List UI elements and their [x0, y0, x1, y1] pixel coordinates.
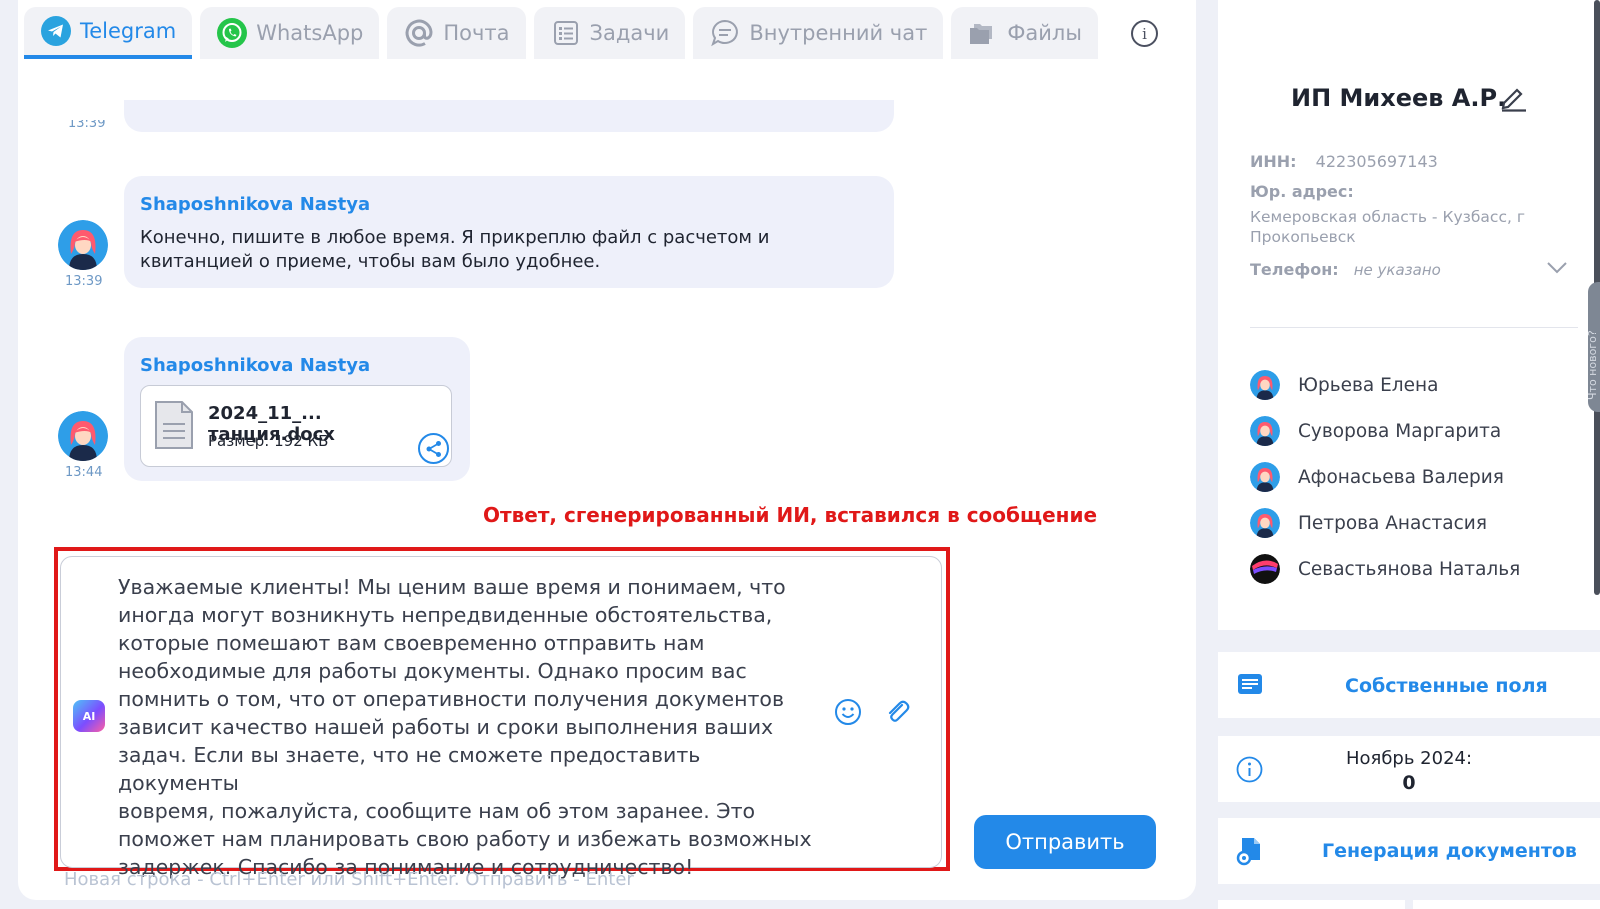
document-icon — [154, 400, 194, 454]
doc-generation-label: Генерация документов — [1322, 840, 1577, 862]
pencil-icon[interactable] — [1498, 82, 1528, 116]
tab-label: Файлы — [1007, 21, 1082, 45]
client-sidebar: ИП Михеев А.Р. ИНН: 422305697143 Юр. адр… — [1218, 0, 1600, 909]
tab-internal-chat[interactable]: Внутренний чат — [693, 7, 944, 59]
info-icon[interactable]: i — [1131, 20, 1158, 47]
avatar — [58, 411, 108, 461]
tab-telegram[interactable]: Telegram — [24, 7, 193, 59]
document-gear-icon — [1236, 836, 1264, 870]
tab-mail[interactable]: Почта — [387, 7, 526, 59]
list-icon — [1237, 673, 1263, 699]
avatar — [58, 220, 108, 270]
share-button[interactable] — [418, 433, 449, 464]
inn-row: ИНН: 422305697143 — [1250, 152, 1438, 171]
input-hint: Новая строка - Ctrl+Enter или Shift+Ente… — [64, 869, 634, 890]
phone-value: не указано — [1353, 261, 1441, 279]
emoji-icon[interactable] — [834, 698, 862, 730]
message-bubble: Shaposhnikova Nastya 2024_11_... танция.… — [124, 337, 470, 481]
employee-item[interactable]: Афонасьева Валерия — [1250, 462, 1504, 492]
address-label: Юр. адрес: — [1250, 182, 1354, 201]
month-value: 0 — [1402, 772, 1416, 794]
own-fields-card[interactable]: Собственные поля — [1218, 652, 1600, 718]
whats-new-tab[interactable]: Что нового? — [1586, 282, 1600, 412]
bottom-cards — [1218, 900, 1600, 909]
message-input-text[interactable]: Уважаемые клиенты! Мы ценим ваше время и… — [118, 573, 818, 881]
telegram-icon — [40, 15, 72, 47]
chat-bubble-icon — [709, 17, 741, 49]
employee-item[interactable]: Севастьянова Наталья — [1250, 554, 1520, 584]
month-label: Ноябрь 2024: — [1345, 748, 1473, 769]
avatar — [1250, 508, 1280, 538]
employee-item[interactable]: Суворова Маргарита — [1250, 416, 1501, 446]
tab-label: Telegram — [80, 19, 177, 43]
tab-label: Задачи — [589, 21, 670, 45]
tab-label: WhatsApp — [256, 21, 364, 45]
avatar — [1250, 462, 1280, 492]
message-bubble: Shaposhnikova Nastya Конечно, пишите в л… — [124, 176, 894, 288]
tab-tasks[interactable]: Задачи — [533, 7, 686, 59]
file-attachment[interactable]: 2024_11_... танция.docx Размер: 192 КБ — [140, 385, 452, 467]
whatsapp-icon — [216, 17, 248, 49]
message-time: 13:39 — [68, 120, 106, 130]
channel-tabs: Telegram WhatsApp Почта Задачи Внутренни… — [24, 7, 1098, 59]
employee-name: Севастьянова Наталья — [1298, 558, 1521, 580]
message-sender: Shaposhnikova Nastya — [140, 355, 371, 376]
chevron-down-icon[interactable] — [1546, 260, 1568, 279]
tab-label: Почта — [443, 21, 510, 45]
employee-name: Афонасьева Валерия — [1298, 466, 1504, 488]
inn-label: ИНН: — [1250, 152, 1297, 171]
employee-item[interactable]: Петрова Анастасия — [1250, 508, 1487, 538]
share-icon — [426, 440, 441, 457]
avatar — [1250, 554, 1280, 584]
folder-icon — [967, 17, 999, 49]
whats-new-label: Что нового? — [1586, 330, 1598, 400]
send-button[interactable]: Отправить — [974, 815, 1156, 869]
employee-name: Петрова Анастасия — [1298, 512, 1487, 534]
message-list[interactable]: 13:39 13:39 Shaposhnikova Nastya Конечно… — [18, 60, 1196, 540]
client-title: ИП Михеев А.Р. — [1291, 84, 1507, 112]
phone-row: Телефон: не указано — [1250, 260, 1441, 279]
employee-item[interactable]: Юрьева Елена — [1250, 370, 1438, 400]
doc-generation-card[interactable]: Генерация документов — [1218, 818, 1600, 884]
divider — [1250, 327, 1578, 328]
inn-value: 422305697143 — [1315, 152, 1438, 171]
client-info-card: ИП Михеев А.Р. ИНН: 422305697143 Юр. адр… — [1218, 0, 1600, 630]
message-bubble — [124, 100, 894, 132]
avatar — [1250, 370, 1280, 400]
file-size: Размер: 192 КБ — [208, 432, 329, 450]
employee-name: Суворова Маргарита — [1298, 420, 1502, 442]
message-text: Конечно, пишите в любое время. Я прикреп… — [140, 227, 770, 272]
paperclip-icon[interactable] — [884, 698, 912, 730]
ai-generate-button[interactable]: AI — [73, 700, 105, 732]
employee-name: Юрьева Елена — [1298, 374, 1439, 396]
tab-label: Внутренний чат — [749, 21, 928, 45]
message-sender: Shaposhnikova Nastya — [140, 194, 371, 215]
tasks-icon — [550, 17, 582, 49]
month-card: Ноябрь 2024: 0 — [1218, 736, 1600, 802]
address-value: Кемеровская область - Кузбасс, г Прокопь… — [1250, 208, 1525, 246]
own-fields-label: Собственные поля — [1345, 675, 1548, 697]
avatar — [1250, 416, 1280, 446]
tab-whatsapp[interactable]: WhatsApp — [200, 7, 380, 59]
message-time: 13:39 — [65, 274, 103, 289]
tab-files[interactable]: Файлы — [951, 7, 1098, 59]
message-time: 13:44 — [65, 465, 103, 480]
annotation-label: Ответ, сгенерированный ИИ, вставился в с… — [483, 503, 1098, 527]
phone-label: Телефон: — [1250, 260, 1339, 279]
at-icon — [403, 17, 435, 49]
